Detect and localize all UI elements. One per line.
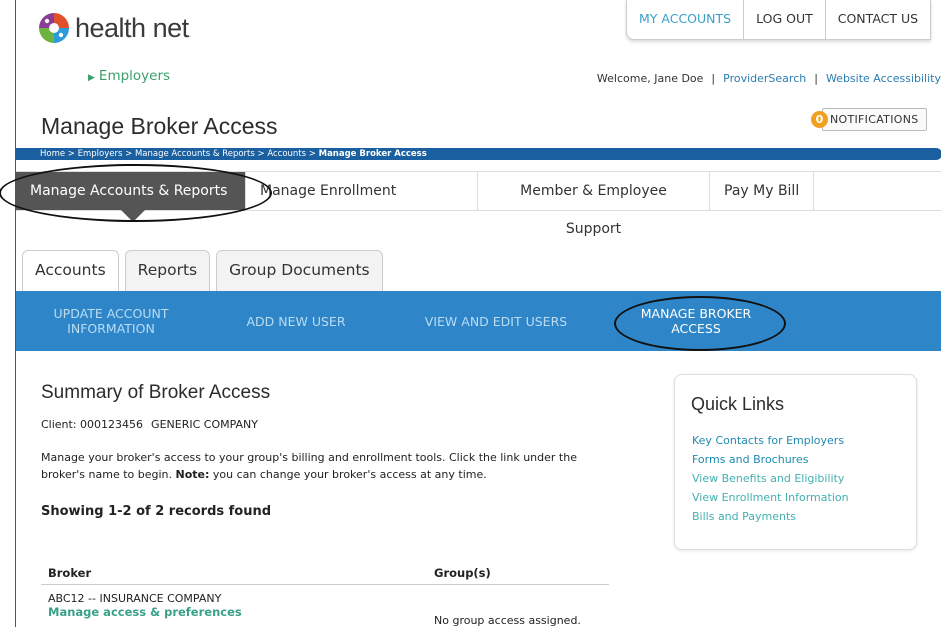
quick-link-bills-payments[interactable]: Bills and Payments <box>692 507 849 526</box>
records-count: Showing 1-2 of 2 records found <box>41 504 272 519</box>
notifications-button[interactable]: 0 NOTIFICATIONS <box>811 108 927 131</box>
quick-links-title: Quick Links <box>691 394 785 414</box>
nav-pay-my-bill[interactable]: Pay My Bill <box>710 172 815 210</box>
tab-accounts[interactable]: Accounts <box>22 250 119 291</box>
summary-title: Summary of Broker Access <box>41 382 271 403</box>
subnav-manage-broker-access[interactable]: MANAGE BROKER ACCESS <box>626 306 766 358</box>
client-name: GENERIC COMPANY <box>151 418 258 431</box>
account-subnav: UPDATE ACCOUNT INFORMATION ADD NEW USER … <box>16 291 941 358</box>
page-title: Manage Broker Access <box>41 113 278 139</box>
employers-link[interactable]: ▶ Employers <box>88 68 170 84</box>
welcome-bar: Welcome, Jane Doe | ProviderSearch | Website… <box>596 72 941 85</box>
broker-name: ABC12 -- INSURANCE COMPANY <box>48 592 222 605</box>
breadcrumb: Home > Employers > Manage Accounts & Rep… <box>16 148 941 160</box>
brand-name: health net. <box>75 12 191 43</box>
group-access-status: No group access assigned. <box>434 614 581 627</box>
main-nav: Manage Accounts & Reports Manage Enrollm… <box>16 171 941 237</box>
quick-links-panel: Quick Links Key Contacts for Employers F… <box>674 374 917 550</box>
notification-count-badge: 0 <box>811 111 828 128</box>
notifications-label: NOTIFICATIONS <box>822 108 927 131</box>
note-label: Note: <box>175 468 210 481</box>
quick-link-view-enrollment[interactable]: View Enrollment Information <box>692 488 849 507</box>
quick-link-view-benefits[interactable]: View Benefits and Eligibility <box>692 469 849 488</box>
nav-member-employee-support[interactable]: Member & Employee Support <box>478 172 710 237</box>
client-info: Client: 000123456 GENERIC COMPANY <box>41 418 266 431</box>
column-header-broker: Broker <box>48 566 92 580</box>
page: MY ACCOUNTS LOG OUT CONTACT US health ne… <box>0 0 941 627</box>
tab-reports[interactable]: Reports <box>124 250 211 291</box>
table-header-divider <box>41 584 609 585</box>
tab-bar: Accounts Reports Group Documents <box>22 250 389 291</box>
provider-search-link[interactable]: ProviderSearch <box>723 72 806 85</box>
nav-manage-enrollment[interactable]: Manage Enrollment <box>246 172 478 210</box>
contact-us-link[interactable]: CONTACT US <box>824 0 930 39</box>
subnav-add-new-user[interactable]: ADD NEW USER <box>236 314 356 329</box>
website-accessibility-link[interactable]: Website Accessibility <box>826 72 941 85</box>
health-net-logo[interactable]: health net. <box>38 12 191 44</box>
subnav-view-and-edit-users[interactable]: VIEW AND EDIT USERS <box>411 314 581 329</box>
triangle-right-icon: ▶ <box>88 73 95 83</box>
tab-group-documents[interactable]: Group Documents <box>216 250 383 291</box>
quick-links-list: Key Contacts for Employers Forms and Bro… <box>692 431 849 526</box>
breadcrumb-current: Manage Broker Access <box>318 149 427 159</box>
quick-link-forms-brochures[interactable]: Forms and Brochures <box>692 450 849 469</box>
welcome-text: Welcome, Jane Doe <box>596 72 704 85</box>
nav-manage-accounts-reports[interactable]: Manage Accounts & Reports <box>16 172 246 222</box>
logo-globe-icon <box>38 12 70 44</box>
utility-nav: MY ACCOUNTS LOG OUT CONTACT US <box>626 0 932 40</box>
client-id: Client: 000123456 <box>41 418 144 431</box>
quick-link-key-contacts[interactable]: Key Contacts for Employers <box>692 431 849 450</box>
my-accounts-link[interactable]: MY ACCOUNTS <box>627 0 743 39</box>
column-header-groups: Group(s) <box>434 566 491 580</box>
subnav-update-account-information[interactable]: UPDATE ACCOUNT INFORMATION <box>41 306 181 336</box>
log-out-link[interactable]: LOG OUT <box>743 0 825 39</box>
summary-description: Manage your broker's access to your grou… <box>41 451 577 481</box>
manage-access-preferences-link[interactable]: Manage access & preferences <box>48 605 242 619</box>
breadcrumb-trail[interactable]: Home > Employers > Manage Accounts & Rep… <box>40 149 319 159</box>
